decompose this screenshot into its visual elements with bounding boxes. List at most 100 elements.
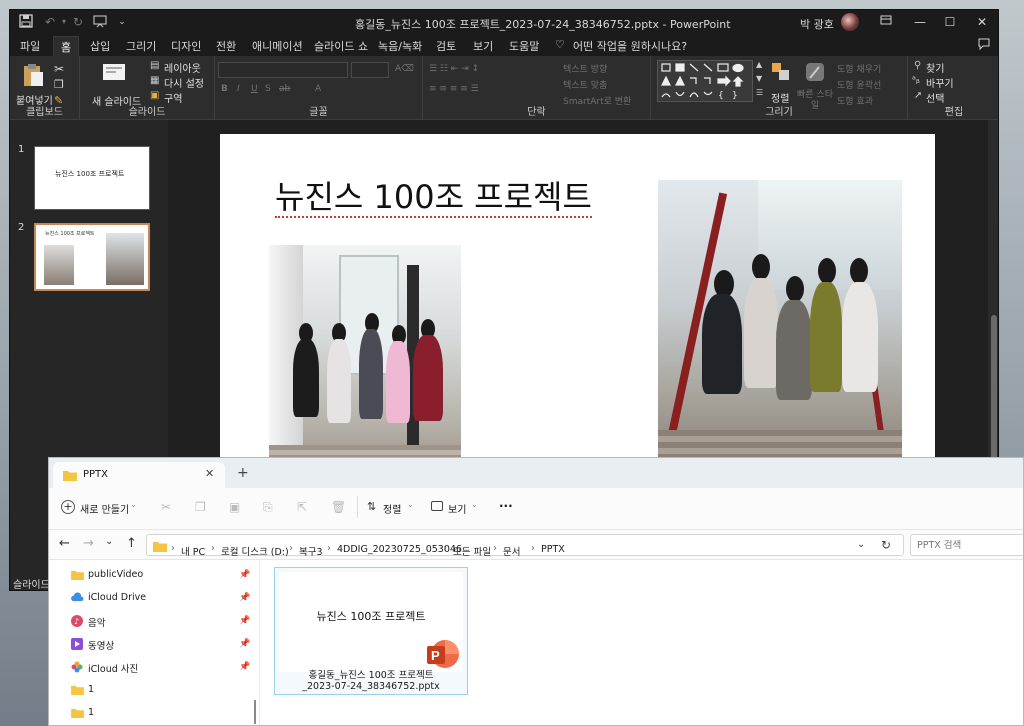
slide-canvas[interactable]: 뉴진스 100조 프로젝트 <box>220 134 935 494</box>
redo-icon[interactable]: ↻ <box>70 14 86 30</box>
tab-design[interactable]: 디자인 <box>171 38 201 54</box>
italic-icon[interactable]: I <box>237 84 240 94</box>
share-icon[interactable]: ⇱ <box>297 500 307 514</box>
customize-qat-icon[interactable]: ⌄ <box>114 14 130 30</box>
user-name[interactable]: 박 광호 <box>800 16 834 32</box>
align-text-button[interactable]: 텍스트 맞춤 <box>563 78 607 91</box>
breadcrumb-documents[interactable]: 문서 <box>503 544 520 558</box>
nav-scrollbar[interactable] <box>254 700 256 724</box>
pin-icon[interactable]: 📌 <box>239 593 250 603</box>
view-button[interactable]: 보기 <box>448 501 466 516</box>
copy-icon[interactable]: ❐ <box>54 78 64 91</box>
slide-thumbnail-1[interactable]: 뉴진스 100조 프로젝트 <box>34 146 150 210</box>
sort-button[interactable]: 정렬 <box>383 501 401 516</box>
bold-icon[interactable]: B <box>221 84 228 94</box>
ribbon-display-options-icon[interactable] <box>872 13 900 31</box>
cut-icon[interactable]: ✂ <box>54 62 64 76</box>
view-dropdown-icon[interactable]: ⌄ <box>471 500 478 509</box>
svg-text:♪: ♪ <box>74 617 79 626</box>
up-icon[interactable]: ↑ <box>126 536 137 551</box>
clear-format-icon[interactable]: A⌫ <box>395 64 414 74</box>
breadcrumb-pptx[interactable]: PPTX <box>541 544 565 555</box>
copy-icon[interactable]: ❐ <box>195 500 206 514</box>
forward-icon[interactable]: → <box>83 536 94 551</box>
font-size-combo[interactable] <box>351 62 389 78</box>
refresh-icon[interactable]: ↻ <box>881 538 891 552</box>
slide-thumbnail-2[interactable]: 뉴진스 100조 프로젝트 <box>34 223 150 291</box>
find-button[interactable]: 찾기 <box>926 60 944 75</box>
strikethrough-icon[interactable]: ab <box>279 84 290 94</box>
comments-icon[interactable] <box>978 38 990 53</box>
new-dropdown-icon[interactable]: ⌄ <box>130 500 137 509</box>
start-slideshow-icon[interactable] <box>92 14 108 30</box>
tab-transitions[interactable]: 전환 <box>216 38 236 54</box>
close-tab-icon[interactable]: ✕ <box>205 467 214 480</box>
file-item-pptx[interactable]: 뉴진스 100조 프로젝트 P 홍길동_뉴진스 100조 프로젝트 _2023-… <box>274 567 468 695</box>
sort-dropdown-icon[interactable]: ⌄ <box>407 500 414 509</box>
tab-help[interactable]: 도움말 <box>509 38 539 54</box>
tab-animations[interactable]: 애니메이션 <box>252 38 303 54</box>
back-icon[interactable]: ← <box>59 536 70 551</box>
tab-draw[interactable]: 그리기 <box>126 38 156 54</box>
tab-slideshow[interactable]: 슬라이드 쇼 <box>314 38 368 54</box>
tab-file[interactable]: 파일 <box>20 38 40 54</box>
shadow-icon[interactable]: S <box>265 84 271 94</box>
font-name-combo[interactable] <box>218 62 348 78</box>
align-icons[interactable]: ≡ ≡ ≡ ≡ ☰ <box>429 84 479 94</box>
shape-outline-button[interactable]: 도형 윤곽선 <box>837 78 881 91</box>
reset-button[interactable]: 다시 설정 <box>164 75 204 90</box>
new-tab-button[interactable]: + <box>237 465 249 481</box>
quick-styles-icon[interactable] <box>805 62 825 87</box>
maximize-icon[interactable]: ☐ <box>936 13 964 31</box>
gallery-scroll-up-icon[interactable]: ▲ <box>756 60 762 69</box>
shape-fill-button[interactable]: 도형 채우기 <box>837 62 881 75</box>
breadcrumb-this-pc[interactable]: 내 PC <box>181 544 205 558</box>
pin-icon[interactable]: 📌 <box>239 639 250 649</box>
shapes-gallery[interactable]: {} <box>657 60 753 102</box>
more-options-button[interactable]: ··· <box>499 499 513 513</box>
avatar[interactable] <box>841 13 859 31</box>
arrange-icon[interactable] <box>771 62 791 85</box>
recent-locations-icon[interactable]: ⌄ <box>105 536 113 547</box>
bullets-icon[interactable]: ☰ ☷ ⇤ ⇥ ↕ <box>429 64 479 74</box>
tell-me-search[interactable]: 어떤 작업을 원하시나요? <box>573 38 687 54</box>
paste-icon[interactable]: ▣ <box>229 500 240 514</box>
breadcrumb-recovery3[interactable]: 복구3 <box>299 544 323 558</box>
search-box[interactable] <box>910 534 1023 556</box>
tab-review[interactable]: 검토 <box>436 38 456 54</box>
address-dropdown-icon[interactable]: ⌄ <box>857 539 865 550</box>
search-input[interactable] <box>917 538 1021 552</box>
cut-icon[interactable]: ✂ <box>161 500 171 514</box>
breadcrumb-local-disk[interactable]: 로컬 디스크 (D:) <box>221 544 289 558</box>
paste-icon[interactable] <box>22 62 44 91</box>
layout-button[interactable]: 레이아웃 <box>164 60 201 75</box>
delete-icon[interactable]: 🗑 <box>331 500 346 514</box>
font-color-icon[interactable]: A <box>315 84 321 94</box>
minimize-icon[interactable]: — <box>906 13 934 31</box>
new-slide-icon[interactable] <box>102 62 128 87</box>
new-button[interactable]: 새로 만들기 <box>80 501 129 516</box>
font-group-label: 글꼴 <box>309 107 328 118</box>
tab-insert[interactable]: 삽입 <box>90 38 110 54</box>
text-direction-button[interactable]: 텍스트 방향 <box>563 62 607 75</box>
save-icon[interactable] <box>18 14 34 30</box>
group-photo-right[interactable] <box>658 180 902 494</box>
gallery-more-icon[interactable]: ☰ <box>756 88 763 97</box>
breadcrumb-all-files[interactable]: 모든 파일 <box>453 544 491 558</box>
pin-icon[interactable]: 📌 <box>239 616 250 626</box>
pin-icon[interactable]: 📌 <box>239 570 250 580</box>
close-icon[interactable]: ✕ <box>968 13 996 31</box>
tab-view[interactable]: 보기 <box>473 38 493 54</box>
rename-icon[interactable]: ⎘ <box>263 500 273 515</box>
file-list-area: 뉴진스 100조 프로젝트 P 홍길동_뉴진스 100조 프로젝트 _2023-… <box>259 560 1023 725</box>
address-bar[interactable]: › 내 PC › 로컬 디스크 (D:) › 복구3 › 4DDIG_20230… <box>146 534 904 558</box>
tab-pptx[interactable]: PPTX ✕ <box>53 462 225 488</box>
gallery-scroll-down-icon[interactable]: ▼ <box>756 74 762 83</box>
underline-icon[interactable]: U <box>251 84 258 94</box>
tab-record[interactable]: 녹음/녹화 <box>378 38 422 54</box>
thumbnail-title: 뉴진스 100조 프로젝트 <box>45 231 95 237</box>
slide-title[interactable]: 뉴진스 100조 프로젝트 <box>275 172 592 218</box>
file-name-line1: 홍길동_뉴진스 100조 프로젝트 <box>308 670 434 681</box>
pin-icon[interactable]: 📌 <box>239 662 250 672</box>
replace-button[interactable]: 바꾸기 <box>926 75 954 90</box>
